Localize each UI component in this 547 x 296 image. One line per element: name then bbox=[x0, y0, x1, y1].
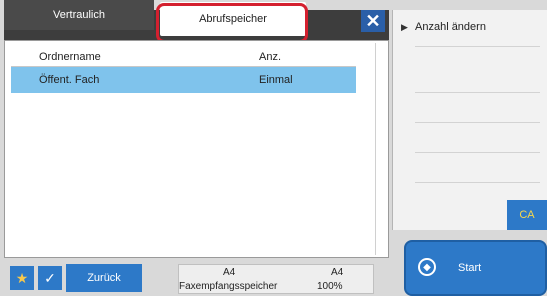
tab-vertraulich-label: Vertraulich bbox=[53, 9, 105, 21]
confirm-button[interactable]: ✓ bbox=[38, 266, 62, 290]
memory-value: 100% bbox=[317, 281, 343, 292]
screen: Vertraulich Abrufspeicher ✕ Ordnername A… bbox=[0, 0, 547, 296]
clear-all-label: CA bbox=[519, 209, 535, 221]
header-count: Anz. bbox=[259, 51, 282, 63]
favorite-button[interactable]: ★ bbox=[10, 266, 34, 290]
start-button[interactable]: ◆ Start bbox=[404, 240, 547, 296]
divider bbox=[415, 122, 540, 123]
list-row[interactable]: Öffent. Fach Einmal bbox=[11, 67, 356, 93]
clear-all-button[interactable]: CA bbox=[507, 200, 547, 230]
tab-vertraulich[interactable]: Vertraulich bbox=[4, 0, 154, 30]
tab-highlight-outline bbox=[156, 3, 308, 43]
divider bbox=[415, 46, 540, 47]
scrollbar[interactable] bbox=[375, 43, 387, 255]
divider bbox=[415, 152, 540, 153]
row-count: Einmal bbox=[259, 74, 293, 86]
header-folder-name: Ordnername bbox=[39, 51, 101, 63]
row-folder-name: Öffent. Fach bbox=[39, 74, 100, 86]
bottom-bar: ★ ✓ Zurück A4 A4 Faxempfangsspeicher 100… bbox=[0, 260, 404, 296]
expand-arrow-icon[interactable]: ▶ bbox=[401, 22, 411, 32]
right-panel: ▶ Anzahl ändern bbox=[392, 10, 547, 230]
start-icon: ◆ bbox=[418, 258, 436, 276]
memory-label: Faxempfangsspeicher bbox=[179, 281, 278, 292]
start-label: Start bbox=[458, 262, 482, 274]
back-button[interactable]: Zurück bbox=[66, 264, 142, 292]
star-icon: ★ bbox=[15, 269, 29, 286]
paper-size-right: A4 bbox=[331, 267, 344, 278]
close-button[interactable]: ✕ bbox=[361, 10, 385, 32]
paper-size-left: A4 bbox=[223, 267, 236, 278]
memory-status: A4 A4 Faxempfangsspeicher 100% bbox=[178, 264, 374, 294]
close-icon: ✕ bbox=[365, 10, 381, 31]
folder-list: Ordnername Anz. Öffent. Fach Einmal bbox=[4, 40, 389, 258]
check-icon: ✓ bbox=[44, 269, 56, 286]
back-label: Zurück bbox=[87, 272, 121, 284]
divider bbox=[415, 182, 540, 183]
list-header: Ordnername Anz. bbox=[11, 45, 356, 67]
divider bbox=[415, 92, 540, 93]
change-count-label[interactable]: Anzahl ändern bbox=[415, 21, 486, 33]
